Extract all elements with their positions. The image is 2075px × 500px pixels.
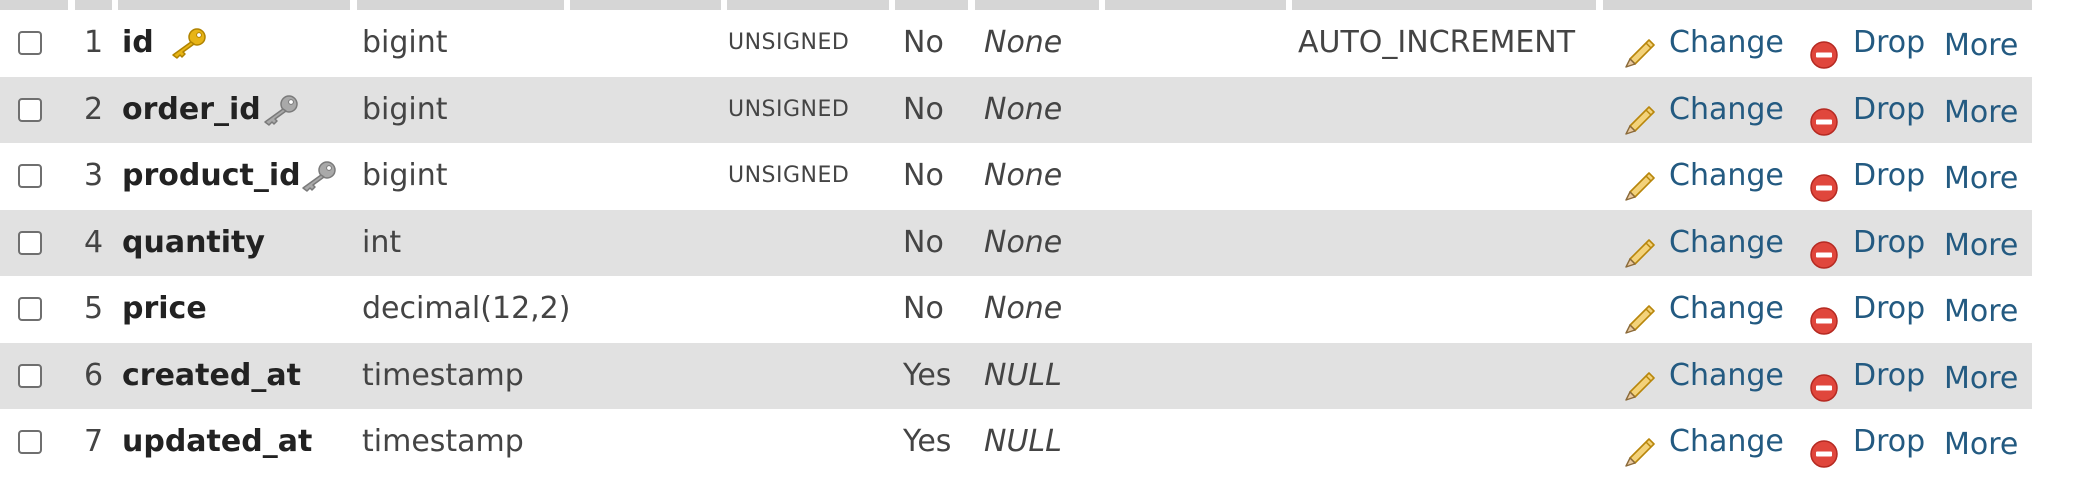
table-row: 5 price decimal(12,2) No None Change Drop More [0, 276, 2032, 343]
column-name: quantity [122, 224, 265, 260]
change-label: Change [1669, 91, 1784, 127]
column-null: No [903, 91, 944, 127]
more-button[interactable]: More [1944, 80, 2024, 146]
row-select-checkbox[interactable] [18, 430, 42, 454]
change-button[interactable]: Change [1622, 343, 1784, 409]
drop-button[interactable]: Drop [1808, 343, 1928, 409]
column-default: None [984, 224, 1063, 260]
column-extra: AUTO_INCREMENT [1298, 25, 1576, 60]
more-button[interactable]: More [1944, 146, 2024, 212]
change-button[interactable]: Change [1622, 10, 1784, 76]
column-type: decimal(12,2) [362, 291, 571, 326]
more-button[interactable]: More [1944, 412, 2024, 478]
column-default: NULL [984, 424, 1062, 459]
row-select-checkbox[interactable] [18, 297, 42, 321]
index-key-icon [260, 94, 300, 126]
column-attributes: UNSIGNED [728, 163, 850, 188]
drop-button[interactable]: Drop [1808, 143, 1928, 209]
change-label: Change [1669, 224, 1784, 260]
row-select-checkbox[interactable] [18, 31, 42, 55]
column-type: bigint [362, 158, 448, 193]
column-default: NULL [984, 357, 1062, 393]
column-null: No [903, 158, 944, 193]
column-name: created_at [122, 357, 301, 393]
column-attributes: UNSIGNED [728, 30, 850, 55]
column-null: No [903, 224, 944, 260]
column-attributes: UNSIGNED [728, 96, 850, 122]
column-number: 5 [84, 291, 104, 326]
column-type: bigint [362, 25, 448, 60]
column-number: 4 [84, 224, 104, 260]
column-name: updated_at [122, 424, 313, 459]
column-type: int [362, 224, 402, 260]
pencil-icon [1622, 426, 1658, 492]
drop-button[interactable]: Drop [1808, 276, 1928, 342]
change-label: Change [1669, 424, 1784, 459]
table-row: 2 order_id bigint UNSIGNED No None Change Drop M… [0, 76, 2032, 146]
column-number: 3 [84, 158, 104, 193]
column-default: None [984, 25, 1063, 60]
header-strip [0, 0, 2032, 10]
drop-label: Drop [1853, 424, 1926, 459]
change-button[interactable]: Change [1622, 77, 1784, 143]
more-button[interactable]: More [1944, 13, 2024, 79]
column-null: No [903, 25, 944, 60]
column-name: id [122, 25, 154, 60]
change-label: Change [1669, 291, 1784, 326]
table-row: 3 product_id bigint UNSIGNED No None Change Dro… [0, 143, 2032, 210]
change-button[interactable]: Change [1622, 409, 1784, 475]
column-name: order_id [122, 91, 261, 127]
drop-label: Drop [1853, 25, 1926, 60]
more-button[interactable]: More [1944, 346, 2024, 412]
drop-label: Drop [1853, 357, 1926, 393]
more-button[interactable]: More [1944, 213, 2024, 279]
column-null: Yes [903, 357, 952, 393]
change-button[interactable]: Change [1622, 143, 1784, 209]
table-row: 1 id bigint UNSIGNED No None AUTO_INCREMENT Cha… [0, 10, 2032, 77]
drop-label: Drop [1853, 224, 1926, 260]
column-name: product_id [122, 158, 301, 193]
row-select-checkbox[interactable] [18, 363, 42, 388]
change-button[interactable]: Change [1622, 210, 1784, 276]
row-select-checkbox[interactable] [18, 230, 42, 255]
primary-key-icon [168, 27, 208, 59]
change-label: Change [1669, 25, 1784, 60]
table-row: 7 updated_at timestamp Yes NULL Change Drop Mor… [0, 409, 2032, 476]
column-default: None [984, 91, 1063, 127]
column-number: 7 [84, 424, 104, 459]
drop-button[interactable]: Drop [1808, 210, 1928, 276]
table-row: 4 quantity int No None Change Drop More [0, 209, 2032, 279]
more-button[interactable]: More [1944, 279, 2024, 345]
drop-button[interactable]: Drop [1808, 409, 1928, 475]
drop-circle-icon [1808, 428, 1840, 494]
column-default: None [984, 158, 1063, 193]
column-number: 2 [84, 91, 104, 127]
change-button[interactable]: Change [1622, 276, 1784, 342]
row-select-checkbox[interactable] [18, 97, 42, 122]
row-select-checkbox[interactable] [18, 164, 42, 188]
drop-label: Drop [1853, 291, 1926, 326]
column-number: 6 [84, 357, 104, 393]
drop-button[interactable]: Drop [1808, 10, 1928, 76]
column-type: bigint [362, 91, 448, 127]
column-type: timestamp [362, 424, 524, 459]
drop-label: Drop [1853, 91, 1926, 127]
column-type: timestamp [362, 357, 524, 393]
column-name: price [122, 291, 207, 326]
change-label: Change [1669, 158, 1784, 193]
column-number: 1 [84, 25, 104, 60]
column-null: No [903, 291, 944, 326]
index-key-icon [298, 160, 338, 192]
column-default: None [984, 291, 1063, 326]
structure-table: 1 id bigint UNSIGNED No None AUTO_INCREMENT Cha… [0, 10, 2032, 476]
column-null: Yes [903, 424, 952, 459]
table-row: 6 created_at timestamp Yes NULL Change Drop Mor… [0, 342, 2032, 412]
drop-button[interactable]: Drop [1808, 77, 1928, 143]
change-label: Change [1669, 357, 1784, 393]
drop-label: Drop [1853, 158, 1926, 193]
